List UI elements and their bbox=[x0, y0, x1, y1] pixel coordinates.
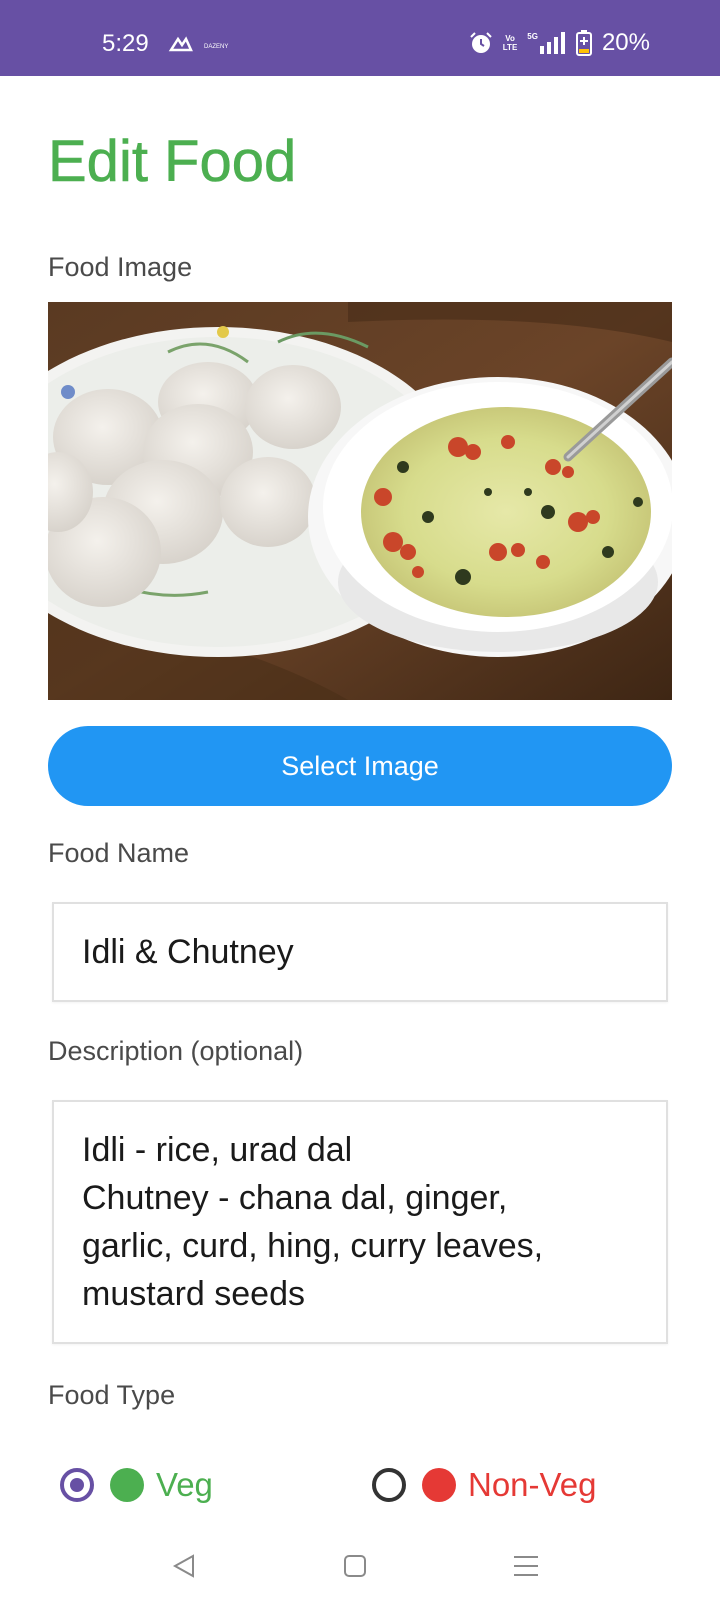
non-veg-radio-button[interactable] bbox=[372, 1468, 406, 1502]
recents-button[interactable] bbox=[506, 1546, 546, 1586]
volte-indicator: Vo LTE bbox=[502, 34, 518, 52]
recents-icon bbox=[514, 1556, 538, 1576]
network-type: 5G bbox=[527, 32, 538, 41]
veg-radio-button[interactable] bbox=[60, 1468, 94, 1502]
battery-icon bbox=[575, 30, 592, 56]
signal-icon bbox=[539, 32, 565, 54]
page-title: Edit Food bbox=[48, 129, 297, 195]
description-value: Idli - rice, urad dal Chutney - chana da… bbox=[82, 1131, 544, 1313]
radio-option-non-veg[interactable]: Non-Veg bbox=[372, 1466, 596, 1504]
food-photo bbox=[48, 302, 672, 700]
food-image bbox=[48, 302, 672, 700]
veg-dot-icon bbox=[110, 1468, 144, 1502]
food-type-label: Food Type bbox=[48, 1380, 176, 1410]
food-name-label: Food Name bbox=[48, 838, 190, 868]
select-image-button[interactable]: Select Image bbox=[48, 726, 672, 806]
navigation-bar bbox=[0, 1530, 720, 1600]
non-veg-label: Non-Veg bbox=[468, 1466, 597, 1503]
back-button[interactable] bbox=[164, 1546, 204, 1586]
alarm-icon bbox=[470, 32, 492, 53]
battery-percent: 20% bbox=[601, 29, 650, 56]
home-button[interactable] bbox=[335, 1546, 375, 1586]
app-notification-icon bbox=[168, 36, 193, 52]
status-bar: 5:29 DAZENY Vo LTE 5G 20% bbox=[0, 0, 720, 76]
home-icon bbox=[344, 1555, 366, 1577]
food-name-input[interactable]: Idli & Chutney bbox=[52, 902, 668, 1002]
notification-text: DAZENY bbox=[204, 44, 229, 50]
radio-option-veg[interactable]: Veg bbox=[60, 1466, 213, 1504]
status-time: 5:29 bbox=[102, 30, 149, 57]
non-veg-dot-icon bbox=[422, 1468, 456, 1502]
veg-label: Veg bbox=[156, 1466, 213, 1503]
description-label: Description (optional) bbox=[48, 1036, 304, 1066]
food-image-label: Food Image bbox=[48, 252, 193, 282]
food-name-value: Idli & Chutney bbox=[82, 933, 294, 971]
back-icon bbox=[172, 1554, 194, 1578]
description-input[interactable]: Idli - rice, urad dal Chutney - chana da… bbox=[52, 1100, 668, 1344]
